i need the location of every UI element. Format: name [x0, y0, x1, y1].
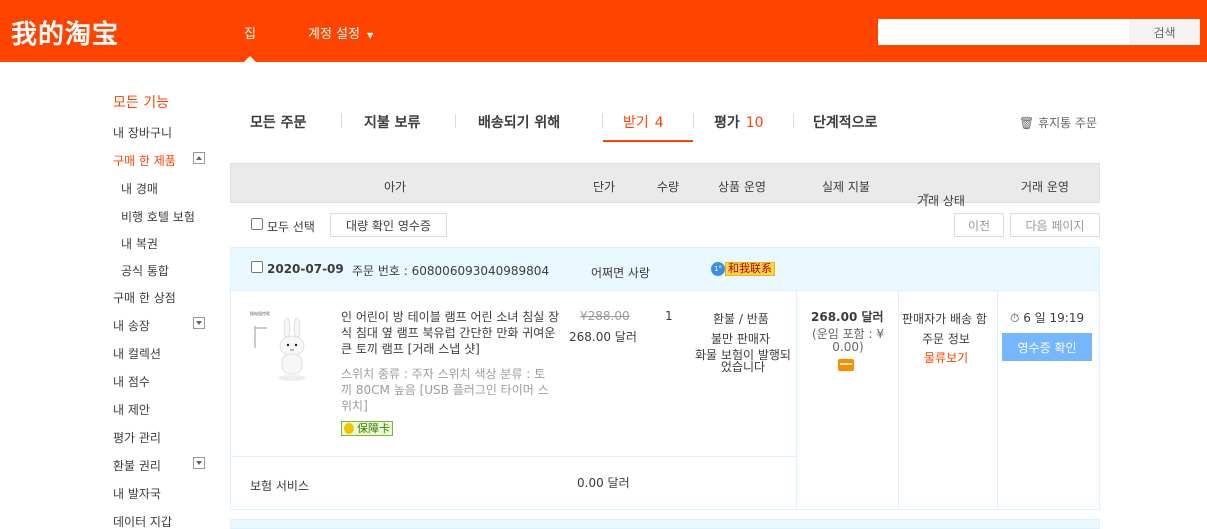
- tab-label: 배송되기 위해: [478, 115, 561, 131]
- tab-divider: [455, 114, 456, 128]
- divider: [796, 290, 797, 510]
- tab-label: 단계적으로: [813, 115, 878, 131]
- divider: [898, 290, 899, 510]
- insurance-service-price: 0.00 달러: [577, 476, 630, 490]
- sidebar-item-review-management[interactable]: 평가 관리: [113, 429, 161, 446]
- collapse-icon[interactable]: [193, 152, 205, 164]
- col-trade-ops: 거래 운영: [1021, 180, 1069, 194]
- column-header: 아가 단가 수량 상품 운영 실제 지불 거래 상태 ▼ 거래 운영: [230, 163, 1100, 208]
- shipping-fee-note: (운임 포함 : ¥ 0.00): [812, 327, 884, 354]
- col-item: 아가: [384, 180, 407, 194]
- tab-all-orders[interactable]: 모든 주문: [250, 112, 306, 132]
- recycle-bin-label: 휴지통 주문: [1038, 116, 1098, 130]
- contact-seller-button[interactable]: 1° 和我联系: [711, 262, 775, 278]
- col-quantity: 수량: [657, 180, 680, 194]
- sidebar-item-cart[interactable]: 내 장바구니: [113, 124, 172, 141]
- guarantee-badge[interactable]: 保障卡: [341, 421, 393, 436]
- product-specs: 스위치 종류 : 주자 스위치 색상 분류 : 토끼 80CM 높음 [USB …: [341, 367, 549, 413]
- nav-account-settings[interactable]: 계정 설정 ▼: [308, 23, 373, 42]
- clock-icon: ⏱: [1010, 311, 1020, 325]
- tab-to-be-shipped[interactable]: 배송되기 위해: [478, 112, 560, 132]
- nav-home[interactable]: 집: [244, 23, 256, 42]
- sidebar-item-invoices[interactable]: 내 송장: [113, 317, 150, 334]
- tab-count: 10: [745, 115, 764, 131]
- chat-icon: 1°: [711, 262, 725, 276]
- logo[interactable]: 我的淘宝: [11, 14, 119, 51]
- search-button[interactable]: 검색: [1129, 19, 1200, 45]
- product-title[interactable]: 인 어린이 방 테이블 램프 어린 소녀 침실 장식 침대 옆 램프 북유럽 간…: [341, 309, 561, 357]
- expand-icon[interactable]: [193, 317, 205, 329]
- tab-divider: [602, 114, 603, 128]
- select-all-label: 모두 선택: [267, 220, 315, 234]
- logistics-link[interactable]: 물류보기: [924, 349, 968, 366]
- divider: [997, 290, 998, 510]
- tab-to-receive[interactable]: 받기 4: [623, 112, 664, 132]
- tab-divider: [341, 114, 342, 128]
- active-tab-indicator: [603, 140, 693, 142]
- sidebar-item-footprints[interactable]: 내 발자국: [113, 485, 161, 502]
- tab-label: 지불 보류: [364, 115, 421, 131]
- search-input[interactable]: [878, 19, 1129, 45]
- trash-icon: 🗑: [1019, 116, 1035, 130]
- sidebar-item-points[interactable]: 내 점수: [113, 373, 150, 390]
- countdown-text: 6 일 19:19: [1023, 311, 1085, 325]
- contact-label: 和我联系: [725, 262, 775, 276]
- svg-text:插电遥控款: 插电遥控款: [250, 310, 270, 316]
- nav-account-settings-label: 계정 설정: [308, 27, 360, 42]
- sidebar-item-lottery[interactable]: 내 복권: [121, 235, 158, 252]
- top-header: 我的淘宝 집 계정 설정 ▼ 검색: [0, 0, 1207, 62]
- tab-count: 4: [654, 115, 664, 131]
- tab-label: 받기: [623, 115, 649, 131]
- nav-active-caret: [244, 56, 256, 62]
- prev-page-button[interactable]: 이전: [954, 213, 1004, 237]
- sidebar-item-offers[interactable]: 내 제안: [113, 401, 150, 418]
- paid-amount: 268.00 달러: [811, 310, 884, 324]
- expand-icon[interactable]: [193, 457, 205, 469]
- sidebar-item-official-integration[interactable]: 공식 통합: [121, 262, 169, 279]
- order-info-link[interactable]: 주문 정보: [922, 330, 970, 347]
- chevron-down-icon: ▼: [923, 192, 930, 201]
- sidebar-title: 모든 기능: [113, 95, 169, 111]
- next-order-header: [230, 519, 1100, 529]
- refund-return-link[interactable]: 환불 / 반품: [713, 310, 769, 327]
- tab-label: 모든 주문: [250, 115, 307, 131]
- tab-to-review[interactable]: 평가 10: [714, 112, 764, 132]
- col-product-ops: 상품 운영: [718, 180, 766, 194]
- original-price: ¥288.00: [580, 309, 630, 323]
- sidebar-item-purchased[interactable]: 구매 한 제품: [113, 152, 176, 169]
- product-image[interactable]: 插电遥控款: [247, 308, 313, 384]
- recycle-bin-link[interactable]: 🗑 휴지통 주문: [1019, 114, 1097, 131]
- bulk-confirm-button[interactable]: 대량 확인 영수증: [330, 213, 447, 237]
- select-all-checkbox[interactable]: [251, 218, 263, 230]
- order-date: 2020-07-09: [267, 262, 344, 276]
- order-checkbox[interactable]: [251, 261, 263, 273]
- sidebar-item-refund-rights[interactable]: 환불 권리: [113, 457, 161, 474]
- freight-insurance-note: 화물 보험이 발행되었습니다: [695, 348, 791, 374]
- tab-pending-payment[interactable]: 지불 보류: [364, 112, 420, 132]
- next-page-button[interactable]: 다음 페이지: [1010, 213, 1100, 237]
- countdown: ⏱ 6 일 19:19: [1010, 309, 1084, 326]
- complain-seller-link[interactable]: 불만 판매자: [711, 330, 770, 347]
- chevron-down-icon: ▼: [367, 31, 374, 40]
- tab-divider: [793, 114, 794, 128]
- order-number: 주문 번호 : 608006093040989804: [352, 264, 550, 278]
- confirm-receipt-button[interactable]: 영수증 확인: [1002, 333, 1092, 361]
- tab-label: 평가: [714, 115, 740, 131]
- insurance-service-label: 보험 서비스: [250, 479, 310, 493]
- credit-card-icon: [838, 359, 854, 371]
- quantity: 1: [665, 309, 673, 323]
- col-unit-price: 단가: [593, 180, 616, 194]
- col-paid: 실제 지불: [822, 180, 870, 194]
- sidebar-item-auctions[interactable]: 내 경매: [121, 180, 158, 197]
- unit-price: 268.00 달러: [569, 330, 637, 344]
- sidebar-item-data-wallet[interactable]: 데이터 지갑: [113, 513, 172, 529]
- sidebar-item-purchased-shops[interactable]: 구매 한 상점: [113, 289, 176, 306]
- divider: [231, 456, 796, 457]
- sidebar-item-collection[interactable]: 내 컬렉션: [113, 345, 161, 362]
- tab-divider: [693, 114, 694, 128]
- trade-status: 판매자가 배송 함: [902, 312, 987, 326]
- sidebar-item-flight-hotel-insurance[interactable]: 비행 호텔 보험: [121, 208, 195, 225]
- tab-stepwise[interactable]: 단계적으로: [813, 112, 877, 132]
- seller-name[interactable]: 어쩌면 사랑: [591, 264, 650, 281]
